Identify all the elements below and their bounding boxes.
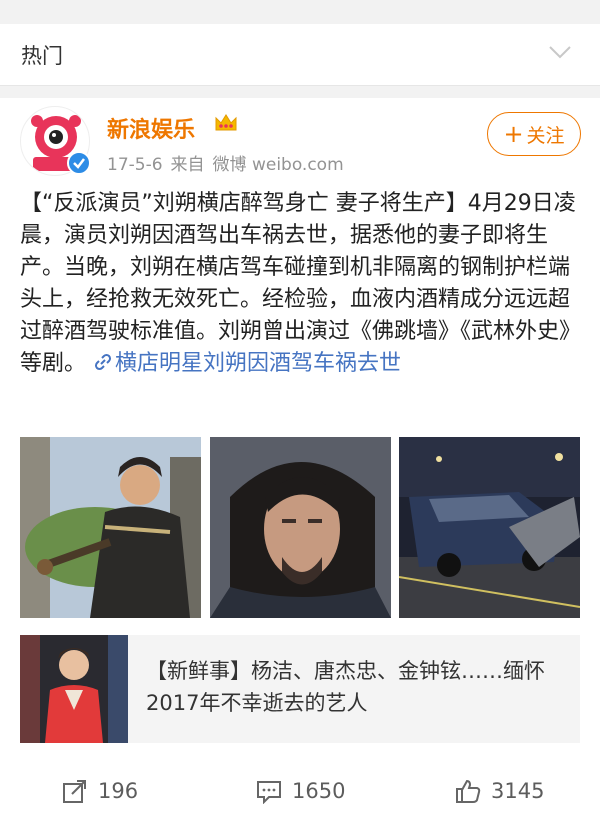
like-count: 3145	[491, 779, 545, 803]
repost-card[interactable]: 【新鲜事】杨洁、唐杰忠、金钟铉……缅怀2017年不幸逝去的艺人	[20, 635, 580, 743]
photo-crash-scene[interactable]	[399, 437, 580, 618]
section-title: 热门	[21, 44, 63, 68]
post-date: 17-5-6	[107, 155, 163, 175]
repost-button[interactable]: 196	[62, 778, 138, 804]
post-meta: 17-5-6 来自 微博 weibo.com	[107, 150, 352, 175]
photo-actor-portrait[interactable]	[210, 437, 391, 618]
top-strip	[0, 0, 600, 24]
crown-icon	[215, 114, 237, 131]
comment-count: 1650	[292, 779, 346, 803]
post-source: 微博 weibo.com	[212, 155, 344, 175]
source-prefix: 来自	[170, 155, 205, 175]
comment-button[interactable]: 1650	[256, 778, 345, 804]
repost-count: 196	[98, 779, 139, 803]
repost-text: 【新鲜事】杨洁、唐杰忠、金钟铉……缅怀2017年不幸逝去的艺人	[146, 659, 545, 715]
post-body: 【“反派演员”刘朔横店醉驾身亡 妻子将生产】4月29日凌晨，演员刘朔因酒驾出车祸…	[20, 191, 582, 376]
thumbs-up-icon	[456, 779, 481, 803]
section-header: 热门	[0, 24, 600, 86]
topic-link-text: 横店明星刘朔因酒驾车祸去世	[115, 351, 402, 376]
author-name[interactable]: 新浪娱乐	[107, 112, 195, 144]
repost-thumbnail	[20, 635, 128, 743]
divider	[0, 86, 600, 98]
repost-icon	[63, 780, 86, 803]
post-card: 新浪娱乐 17-5-6 来自 微博 weibo.com + 关注 【“反派演员”刘朔…	[0, 98, 600, 833]
topic-link[interactable]: 横店明星刘朔因酒驾车祸去世	[93, 351, 401, 376]
chevron-down-icon[interactable]	[548, 44, 572, 60]
follow-button[interactable]: + 关注	[487, 112, 581, 156]
follow-label: 关注	[526, 124, 565, 147]
link-icon	[94, 353, 112, 371]
verified-icon	[67, 151, 91, 175]
comment-icon	[257, 781, 281, 804]
action-bar: 196 1650 3145	[0, 766, 600, 818]
post-text: 【“反派演员”刘朔横店醉驾身亡 妻子将生产】4月29日凌晨，演员刘朔因酒驾出车祸…	[20, 188, 586, 380]
photo-actor-costume[interactable]	[20, 437, 201, 618]
plus-icon: +	[503, 120, 524, 148]
like-button[interactable]: 3145	[455, 778, 544, 804]
